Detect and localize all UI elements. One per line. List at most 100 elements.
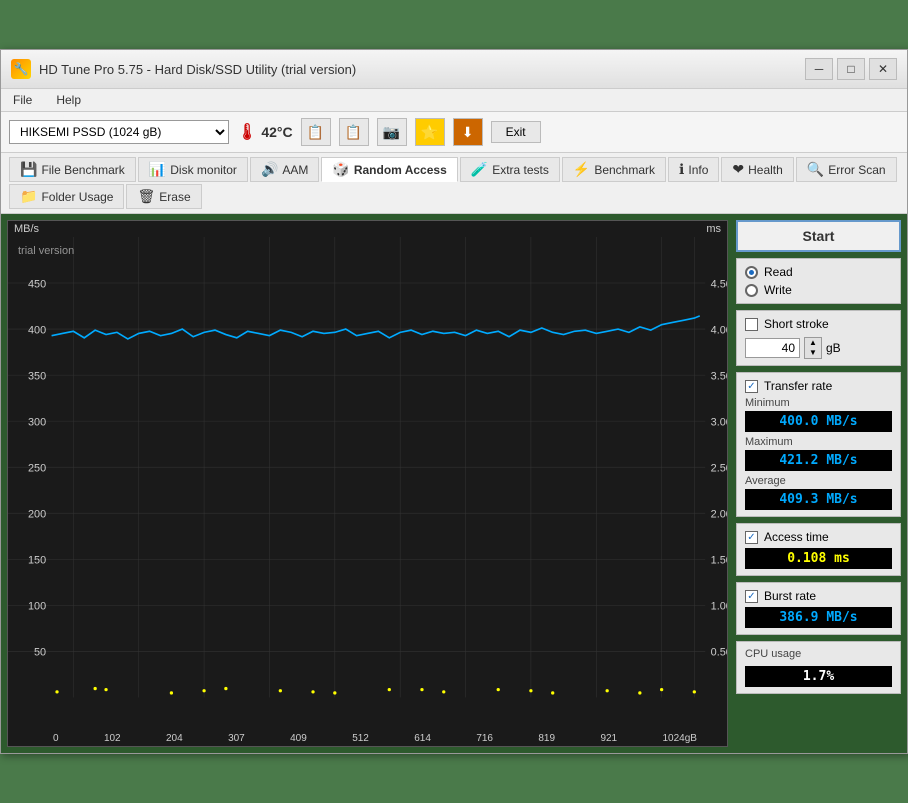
temperature-value: 42°C xyxy=(261,124,292,140)
stroke-up-button[interactable]: ▲ xyxy=(805,338,821,348)
maximize-button[interactable]: □ xyxy=(837,58,865,80)
tab-error-scan[interactable]: 🔍 Error Scan xyxy=(796,157,897,182)
read-label: Read xyxy=(764,265,793,279)
average-label: Average xyxy=(745,475,892,487)
tab-health[interactable]: ❤ Health xyxy=(721,157,793,182)
app-icon: 🔧 xyxy=(11,59,31,79)
transfer-rate-label: Transfer rate xyxy=(764,379,832,393)
tab-disk-monitor[interactable]: 📊 Disk monitor xyxy=(138,157,248,182)
burst-rate-checkbox-item[interactable]: ✓ Burst rate xyxy=(745,589,892,603)
benchmark-icon: ⚡ xyxy=(573,161,590,178)
minimum-section: Minimum 400.0 MB/s xyxy=(745,397,892,432)
svg-text:100: 100 xyxy=(28,601,46,613)
read-radio-item[interactable]: Read xyxy=(745,265,892,279)
access-time-checkbox-item[interactable]: ✓ Access time xyxy=(745,530,892,544)
tab-file-benchmark[interactable]: 💾 File Benchmark xyxy=(9,157,136,182)
copy-btn-1[interactable]: 📋 xyxy=(301,118,331,146)
burst-rate-section: ✓ Burst rate 386.9 MB/s xyxy=(736,582,901,635)
menu-file[interactable]: File xyxy=(9,91,36,109)
average-section: Average 409.3 MB/s xyxy=(745,475,892,510)
side-panel: Start Read Write Short stroke xyxy=(736,220,901,746)
minimize-button[interactable]: ─ xyxy=(805,58,833,80)
maximum-label: Maximum xyxy=(745,436,892,448)
health-icon: ❤ xyxy=(732,161,744,178)
erase-icon: 🗑 xyxy=(137,188,155,205)
svg-text:1.00: 1.00 xyxy=(711,601,727,613)
chart-header: MB/s ms xyxy=(8,221,727,237)
download-btn[interactable]: ⬇ xyxy=(453,118,483,146)
tab-aam[interactable]: 🔊 AAM xyxy=(250,157,319,182)
svg-text:3.00: 3.00 xyxy=(711,417,727,429)
star-btn[interactable]: ⭐ xyxy=(415,118,445,146)
temperature-display: 🌡 42°C xyxy=(237,122,293,142)
maximum-section: Maximum 421.2 MB/s xyxy=(745,436,892,471)
window-controls: ─ □ ✕ xyxy=(805,58,897,80)
y-axis-left-label: MB/s xyxy=(14,223,39,235)
disk-monitor-icon: 📊 xyxy=(149,161,166,178)
camera-btn[interactable]: 📷 xyxy=(377,118,407,146)
stroke-unit: gB xyxy=(826,341,841,355)
tab-benchmark[interactable]: ⚡ Benchmark xyxy=(562,157,666,182)
short-stroke-checkbox[interactable] xyxy=(745,318,758,331)
copy-btn-2[interactable]: 📋 xyxy=(339,118,369,146)
menu-help[interactable]: Help xyxy=(52,91,85,109)
info-icon: ℹ xyxy=(679,161,684,178)
tab-folder-usage[interactable]: 📁 Folder Usage xyxy=(9,184,124,209)
burst-rate-checkbox[interactable]: ✓ xyxy=(745,590,758,603)
svg-text:300: 300 xyxy=(28,417,46,429)
tab-random-access[interactable]: 🎲 Random Access xyxy=(321,157,457,182)
start-button[interactable]: Start xyxy=(736,220,901,252)
svg-text:50: 50 xyxy=(34,647,46,659)
access-time-checkbox[interactable]: ✓ xyxy=(745,531,758,544)
extra-tests-icon: 🧪 xyxy=(471,161,488,178)
write-radio[interactable] xyxy=(745,284,758,297)
close-button[interactable]: ✕ xyxy=(869,58,897,80)
tab-extra-tests[interactable]: 🧪 Extra tests xyxy=(460,157,560,182)
svg-text:350: 350 xyxy=(28,371,46,383)
content-area: MB/s ms trial version xyxy=(1,214,907,752)
error-scan-icon: 🔍 xyxy=(807,161,824,178)
write-radio-item[interactable]: Write xyxy=(745,283,892,297)
stroke-value-input[interactable] xyxy=(745,338,800,358)
maximum-value: 421.2 MB/s xyxy=(745,450,892,471)
svg-text:4.00: 4.00 xyxy=(711,325,727,337)
options-group: Short stroke ▲ ▼ gB xyxy=(736,310,901,366)
svg-text:400: 400 xyxy=(28,325,46,337)
transfer-rate-section: ✓ Transfer rate Minimum 400.0 MB/s Maxim… xyxy=(736,372,901,517)
cpu-usage-section: CPU usage 1.7% xyxy=(736,641,901,694)
svg-text:0.50: 0.50 xyxy=(711,647,727,659)
short-stroke-label: Short stroke xyxy=(764,317,829,331)
y-axis-right-label: ms xyxy=(706,223,721,235)
tab-info[interactable]: ℹ Info xyxy=(668,157,719,182)
aam-icon: 🔊 xyxy=(261,161,278,178)
cpu-usage-label: CPU usage xyxy=(745,648,892,660)
chart-svg: 450 400 350 300 250 200 150 100 50 4.50 … xyxy=(8,237,727,730)
nav-tabs-row1: 💾 File Benchmark 📊 Disk monitor 🔊 AAM 🎲 … xyxy=(1,153,907,214)
transfer-rate-checkbox[interactable]: ✓ xyxy=(745,380,758,393)
svg-text:150: 150 xyxy=(28,555,46,567)
tab-erase[interactable]: 🗑 Erase xyxy=(126,184,201,209)
cpu-usage-value: 1.7% xyxy=(745,666,892,687)
transfer-rate-checkbox-item[interactable]: ✓ Transfer rate xyxy=(745,379,892,393)
average-value: 409.3 MB/s xyxy=(745,489,892,510)
read-write-group: Read Write xyxy=(736,258,901,304)
short-stroke-checkbox-item[interactable]: Short stroke xyxy=(745,317,892,331)
stroke-spinners: ▲ ▼ xyxy=(804,337,822,359)
file-benchmark-icon: 💾 xyxy=(20,161,37,178)
chart-container: MB/s ms trial version xyxy=(7,220,728,746)
burst-rate-label: Burst rate xyxy=(764,589,816,603)
burst-rate-value: 386.9 MB/s xyxy=(745,607,892,628)
svg-text:450: 450 xyxy=(28,279,46,291)
read-radio[interactable] xyxy=(745,266,758,279)
stroke-down-button[interactable]: ▼ xyxy=(805,348,821,358)
access-time-value: 0.108 ms xyxy=(745,548,892,569)
exit-button[interactable]: Exit xyxy=(491,121,541,143)
random-access-icon: 🎲 xyxy=(332,161,349,178)
disk-selector[interactable]: HIKSEMI PSSD (1024 gB) xyxy=(9,120,229,144)
main-window: 🔧 HD Tune Pro 5.75 - Hard Disk/SSD Utili… xyxy=(0,49,908,753)
stroke-input-row: ▲ ▼ gB xyxy=(745,337,892,359)
toolbar: HIKSEMI PSSD (1024 gB) 🌡 42°C 📋 📋 📷 ⭐ ⬇ … xyxy=(1,112,907,153)
svg-text:2.00: 2.00 xyxy=(711,509,727,521)
svg-text:1.50: 1.50 xyxy=(711,555,727,567)
menu-bar: File Help xyxy=(1,89,907,112)
